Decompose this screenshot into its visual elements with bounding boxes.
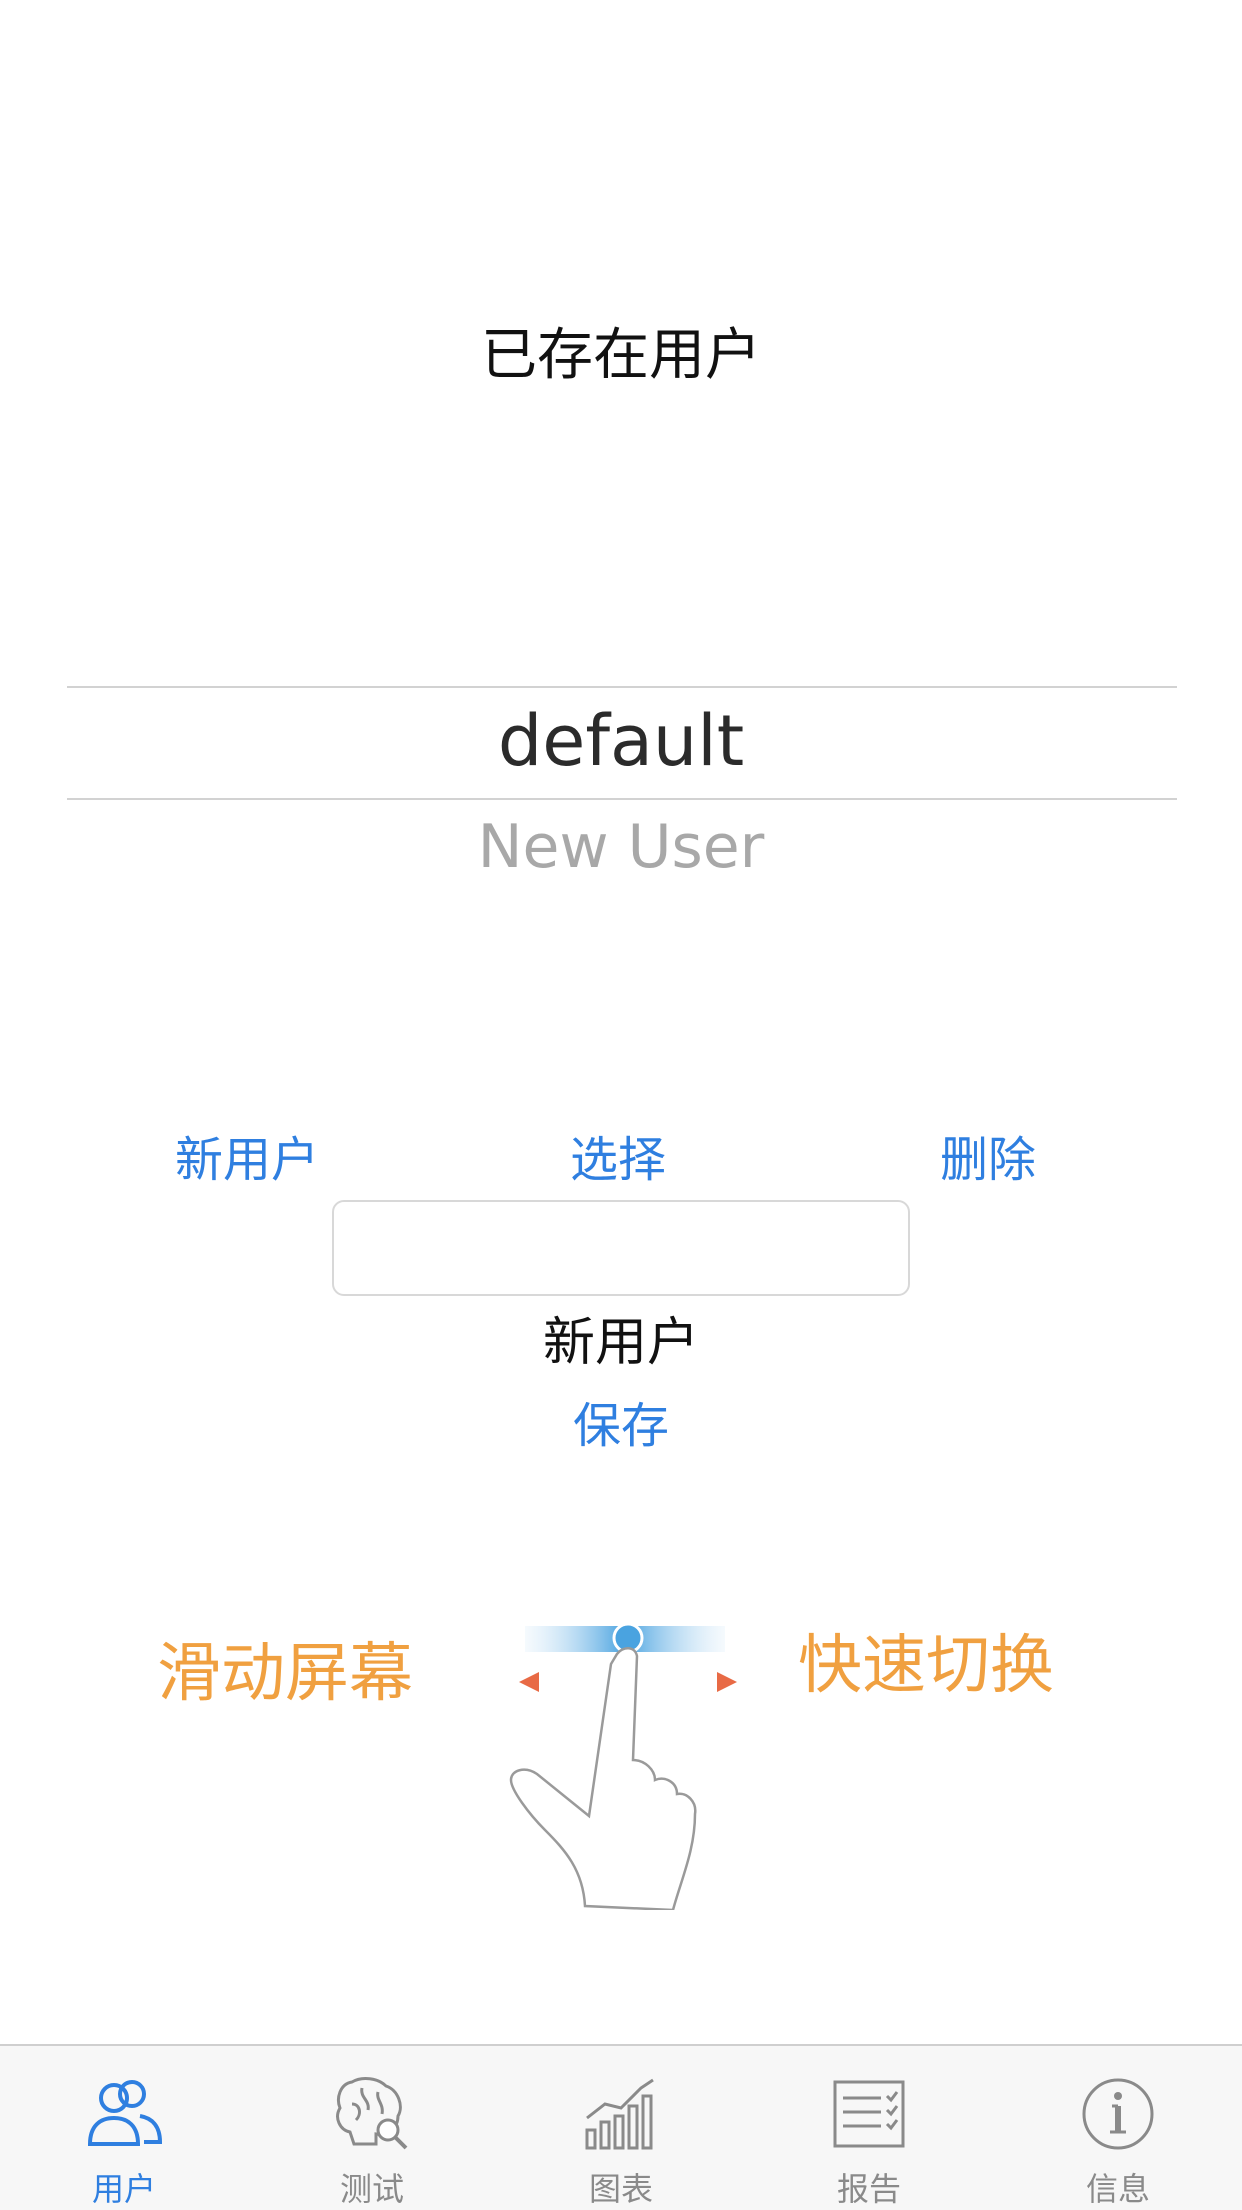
right-arrowhead (717, 1672, 737, 1692)
info-icon (1082, 2078, 1154, 2150)
tab-bar: 用户 测试 图表 报告 信息 (0, 2044, 1242, 2210)
swipe-hint-right-text: 快速切换 (798, 1629, 1054, 1703)
picker-next-item[interactable]: New User (0, 812, 1242, 882)
brain-search-icon (336, 2077, 408, 2150)
tab-chart[interactable]: 图表 (497, 2046, 745, 2210)
report-checklist-icon (833, 2080, 905, 2148)
picker-selected-item[interactable]: default (0, 700, 1242, 782)
swipe-hand-icon (509, 1622, 737, 1910)
select-button[interactable]: 选择 (570, 1120, 666, 1190)
new-user-name-input[interactable] (332, 1200, 910, 1296)
picker-bottom-divider (67, 798, 1177, 800)
bar-chart-icon (585, 2078, 654, 2150)
tab-users[interactable]: 用户 (0, 2046, 248, 2210)
tab-test[interactable]: 测试 (248, 2046, 496, 2210)
swipe-hint-left-text: 滑动屏幕 (157, 1637, 413, 1711)
left-arrowhead (519, 1672, 539, 1692)
tab-users-label: 用户 (91, 2170, 156, 2208)
users-icon (87, 2080, 163, 2146)
tab-report[interactable]: 报告 (745, 2046, 993, 2210)
page-title: 已存在用户 (481, 323, 761, 388)
tab-report-label: 报告 (836, 2170, 901, 2208)
tab-chart-label: 图表 (588, 2170, 653, 2208)
save-button[interactable]: 保存 (0, 1386, 1242, 1456)
tab-test-label: 测试 (339, 2170, 404, 2208)
input-label: 新用户 (542, 1313, 699, 1373)
new-user-button[interactable]: 新用户 (175, 1120, 319, 1190)
tab-info-label: 信息 (1085, 2170, 1150, 2208)
delete-button[interactable]: 删除 (940, 1120, 1036, 1190)
picker-top-divider (67, 686, 1177, 688)
tab-info[interactable]: 信息 (994, 2046, 1242, 2210)
